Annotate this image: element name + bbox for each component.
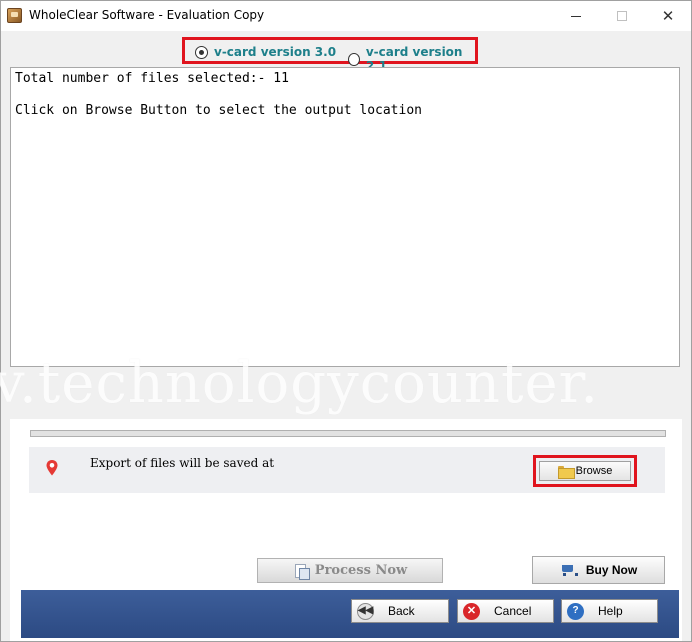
navigation-bar: ◀◀ Back ✕ Cancel ? Help xyxy=(21,590,679,638)
browse-button[interactable]: Browse xyxy=(539,461,631,481)
close-button[interactable]: ✕ xyxy=(645,1,691,31)
maximize-icon xyxy=(617,11,627,21)
log-line: Click on Browse Button to select the out… xyxy=(15,103,422,118)
window-title: WholeClear Software - Evaluation Copy xyxy=(29,8,265,22)
help-button-label: Help xyxy=(598,604,623,618)
title-bar[interactable]: WholeClear Software - Evaluation Copy ✕ xyxy=(1,1,691,31)
back-button-label: Back xyxy=(388,604,415,618)
folder-icon xyxy=(557,465,575,479)
cancel-x-icon: ✕ xyxy=(463,602,480,620)
app-window: WholeClear Software - Evaluation Copy ✕ … xyxy=(0,0,692,642)
minimize-icon xyxy=(571,15,581,17)
progress-bar xyxy=(30,430,666,437)
browse-button-label: Browse xyxy=(575,465,613,477)
radio-selected-icon[interactable] xyxy=(195,45,208,59)
browse-highlight: Browse xyxy=(533,455,637,487)
buy-now-label: Buy Now xyxy=(585,563,638,577)
location-pin-icon xyxy=(46,460,58,476)
question-icon: ? xyxy=(567,602,584,620)
cancel-button[interactable]: ✕ Cancel xyxy=(457,599,554,623)
process-now-button[interactable]: Process Now xyxy=(257,558,443,583)
cart-icon xyxy=(560,563,578,577)
app-icon xyxy=(7,8,22,23)
close-icon: ✕ xyxy=(661,7,675,25)
radio-vcard-3-0[interactable]: v-card version 3.0 xyxy=(195,45,336,59)
buy-now-button[interactable]: Buy Now xyxy=(532,556,665,584)
process-now-label: Process Now xyxy=(314,563,408,578)
radio-unselected-icon[interactable] xyxy=(348,52,360,66)
help-button[interactable]: ? Help xyxy=(561,599,658,623)
cancel-button-label: Cancel xyxy=(494,604,532,618)
log-output[interactable]: Total number of files selected:- 11 Clic… xyxy=(10,67,680,367)
minimize-button[interactable] xyxy=(553,1,599,31)
export-location-row: Export of files will be saved at Browse xyxy=(29,447,665,493)
radio-vcard-3-0-label: v-card version 3.0 xyxy=(214,45,337,59)
back-button[interactable]: ◀◀ Back xyxy=(351,599,449,623)
export-panel: Export of files will be saved at Browse … xyxy=(10,419,682,641)
documents-icon xyxy=(293,563,310,580)
export-location-label: Export of files will be saved at xyxy=(90,456,275,470)
maximize-button[interactable] xyxy=(599,1,645,31)
log-line: Total number of files selected:- 11 xyxy=(15,71,289,86)
vcard-version-selector: v-card version 3.0 v-card version 2.1 xyxy=(182,37,478,73)
rewind-icon: ◀◀ xyxy=(357,602,374,620)
